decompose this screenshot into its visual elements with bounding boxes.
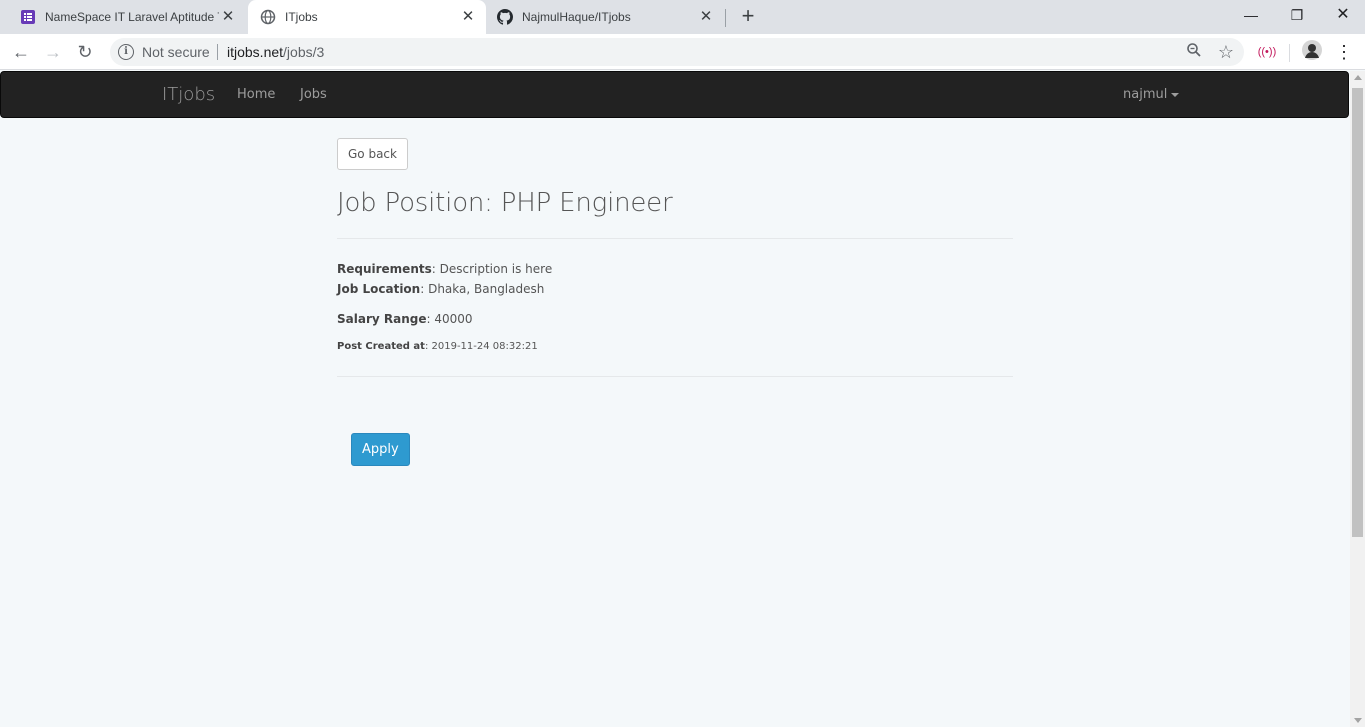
- menu-kebab-icon[interactable]: ⋮: [1332, 40, 1356, 64]
- created-row: Post Created at: 2019-11-24 08:32:21: [337, 339, 1013, 355]
- url-host: itjobs.net: [227, 44, 284, 60]
- bookmark-star-icon[interactable]: ☆: [1216, 42, 1236, 62]
- page-title: Job Position: PHP Engineer: [337, 188, 673, 218]
- reload-icon[interactable]: ↻: [73, 40, 97, 64]
- apply-button[interactable]: Apply: [351, 433, 410, 466]
- scroll-down-icon[interactable]: [1354, 718, 1362, 723]
- page-scrollbar[interactable]: [1350, 71, 1365, 727]
- site-brand[interactable]: ITjobs: [162, 84, 215, 105]
- page-viewport: ITjobs Home Jobs najmul Go back Job Posi…: [0, 71, 1350, 727]
- window-close-icon[interactable]: ✕: [1320, 0, 1365, 30]
- caret-down-icon: [1171, 92, 1180, 97]
- created-value: : 2019-11-24 08:32:21: [424, 341, 538, 352]
- salary-row: Salary Range: 40000: [337, 309, 1013, 329]
- globe-icon: [260, 9, 276, 25]
- salary-label: Salary Range: [337, 312, 427, 326]
- salary-value: : 40000: [426, 312, 473, 326]
- tab-itjobs[interactable]: ITjobs ✕: [248, 0, 486, 34]
- new-tab-icon[interactable]: +: [736, 5, 760, 29]
- url-path: /jobs/3: [283, 44, 325, 60]
- scroll-up-icon[interactable]: [1354, 75, 1362, 80]
- forward-arrow-icon[interactable]: →: [41, 40, 65, 64]
- requirements-value: : Description is here: [431, 262, 553, 276]
- browser-tabstrip: NameSpace IT Laravel Aptitude T ✕ ITjobs…: [0, 0, 1365, 34]
- tab-github[interactable]: NajmulHaque/ITjobs ✕: [488, 0, 724, 34]
- close-icon[interactable]: ✕: [698, 9, 714, 25]
- tab-separator: [725, 9, 726, 27]
- tab-title: NajmulHaque/ITjobs: [522, 10, 631, 24]
- divider: [337, 376, 1013, 377]
- location-value: : Dhaka, Bangladesh: [420, 282, 545, 296]
- security-label[interactable]: Not secure: [142, 44, 210, 60]
- divider: [337, 238, 1013, 239]
- profile-avatar-icon[interactable]: [1300, 40, 1324, 64]
- minimize-icon[interactable]: —: [1228, 0, 1274, 30]
- go-back-button[interactable]: Go back: [337, 138, 408, 170]
- cast-icon[interactable]: ((•)): [1255, 40, 1279, 64]
- job-details: Requirements: Description is here Job Lo…: [337, 259, 1013, 355]
- scrollbar-thumb[interactable]: [1352, 88, 1363, 537]
- user-name: najmul: [1123, 87, 1168, 102]
- address-divider: [217, 44, 218, 60]
- toolbar-divider: [1289, 44, 1290, 62]
- zoom-icon[interactable]: [1184, 42, 1204, 62]
- nav-link-jobs[interactable]: Jobs: [300, 87, 327, 102]
- forms-icon: [21, 10, 35, 24]
- url-text[interactable]: itjobs.net/jobs/3: [227, 44, 324, 60]
- avatar: [1302, 40, 1322, 60]
- back-arrow-icon[interactable]: ←: [9, 40, 33, 64]
- github-icon: [497, 9, 513, 25]
- location-label: Job Location: [337, 282, 421, 296]
- restore-icon[interactable]: ❐: [1274, 0, 1320, 30]
- requirements-row: Requirements: Description is here: [337, 259, 1013, 279]
- tab-title: ITjobs: [285, 10, 318, 24]
- nav-link-home[interactable]: Home: [237, 87, 275, 102]
- requirements-label: Requirements: [337, 262, 432, 276]
- site-navbar: ITjobs Home Jobs najmul: [0, 71, 1349, 118]
- address-bar[interactable]: i Not secure itjobs.net/jobs/3 ☆: [110, 38, 1244, 66]
- tab-namespace[interactable]: NameSpace IT Laravel Aptitude T ✕: [10, 0, 246, 34]
- job-detail: Go back Job Position: PHP Engineer Requi…: [337, 138, 1013, 466]
- magnifier-icon: [1187, 43, 1201, 57]
- browser-toolbar: ← → ↻ i Not secure itjobs.net/jobs/3 ☆ (…: [0, 34, 1365, 70]
- location-row: Job Location: Dhaka, Bangladesh: [337, 279, 1013, 299]
- created-label: Post Created at: [337, 341, 425, 352]
- tab-title: NameSpace IT Laravel Aptitude T: [45, 10, 219, 24]
- close-icon[interactable]: ✕: [460, 9, 476, 25]
- user-dropdown[interactable]: najmul: [1123, 87, 1180, 102]
- close-icon[interactable]: ✕: [220, 9, 236, 25]
- info-icon[interactable]: i: [118, 44, 134, 60]
